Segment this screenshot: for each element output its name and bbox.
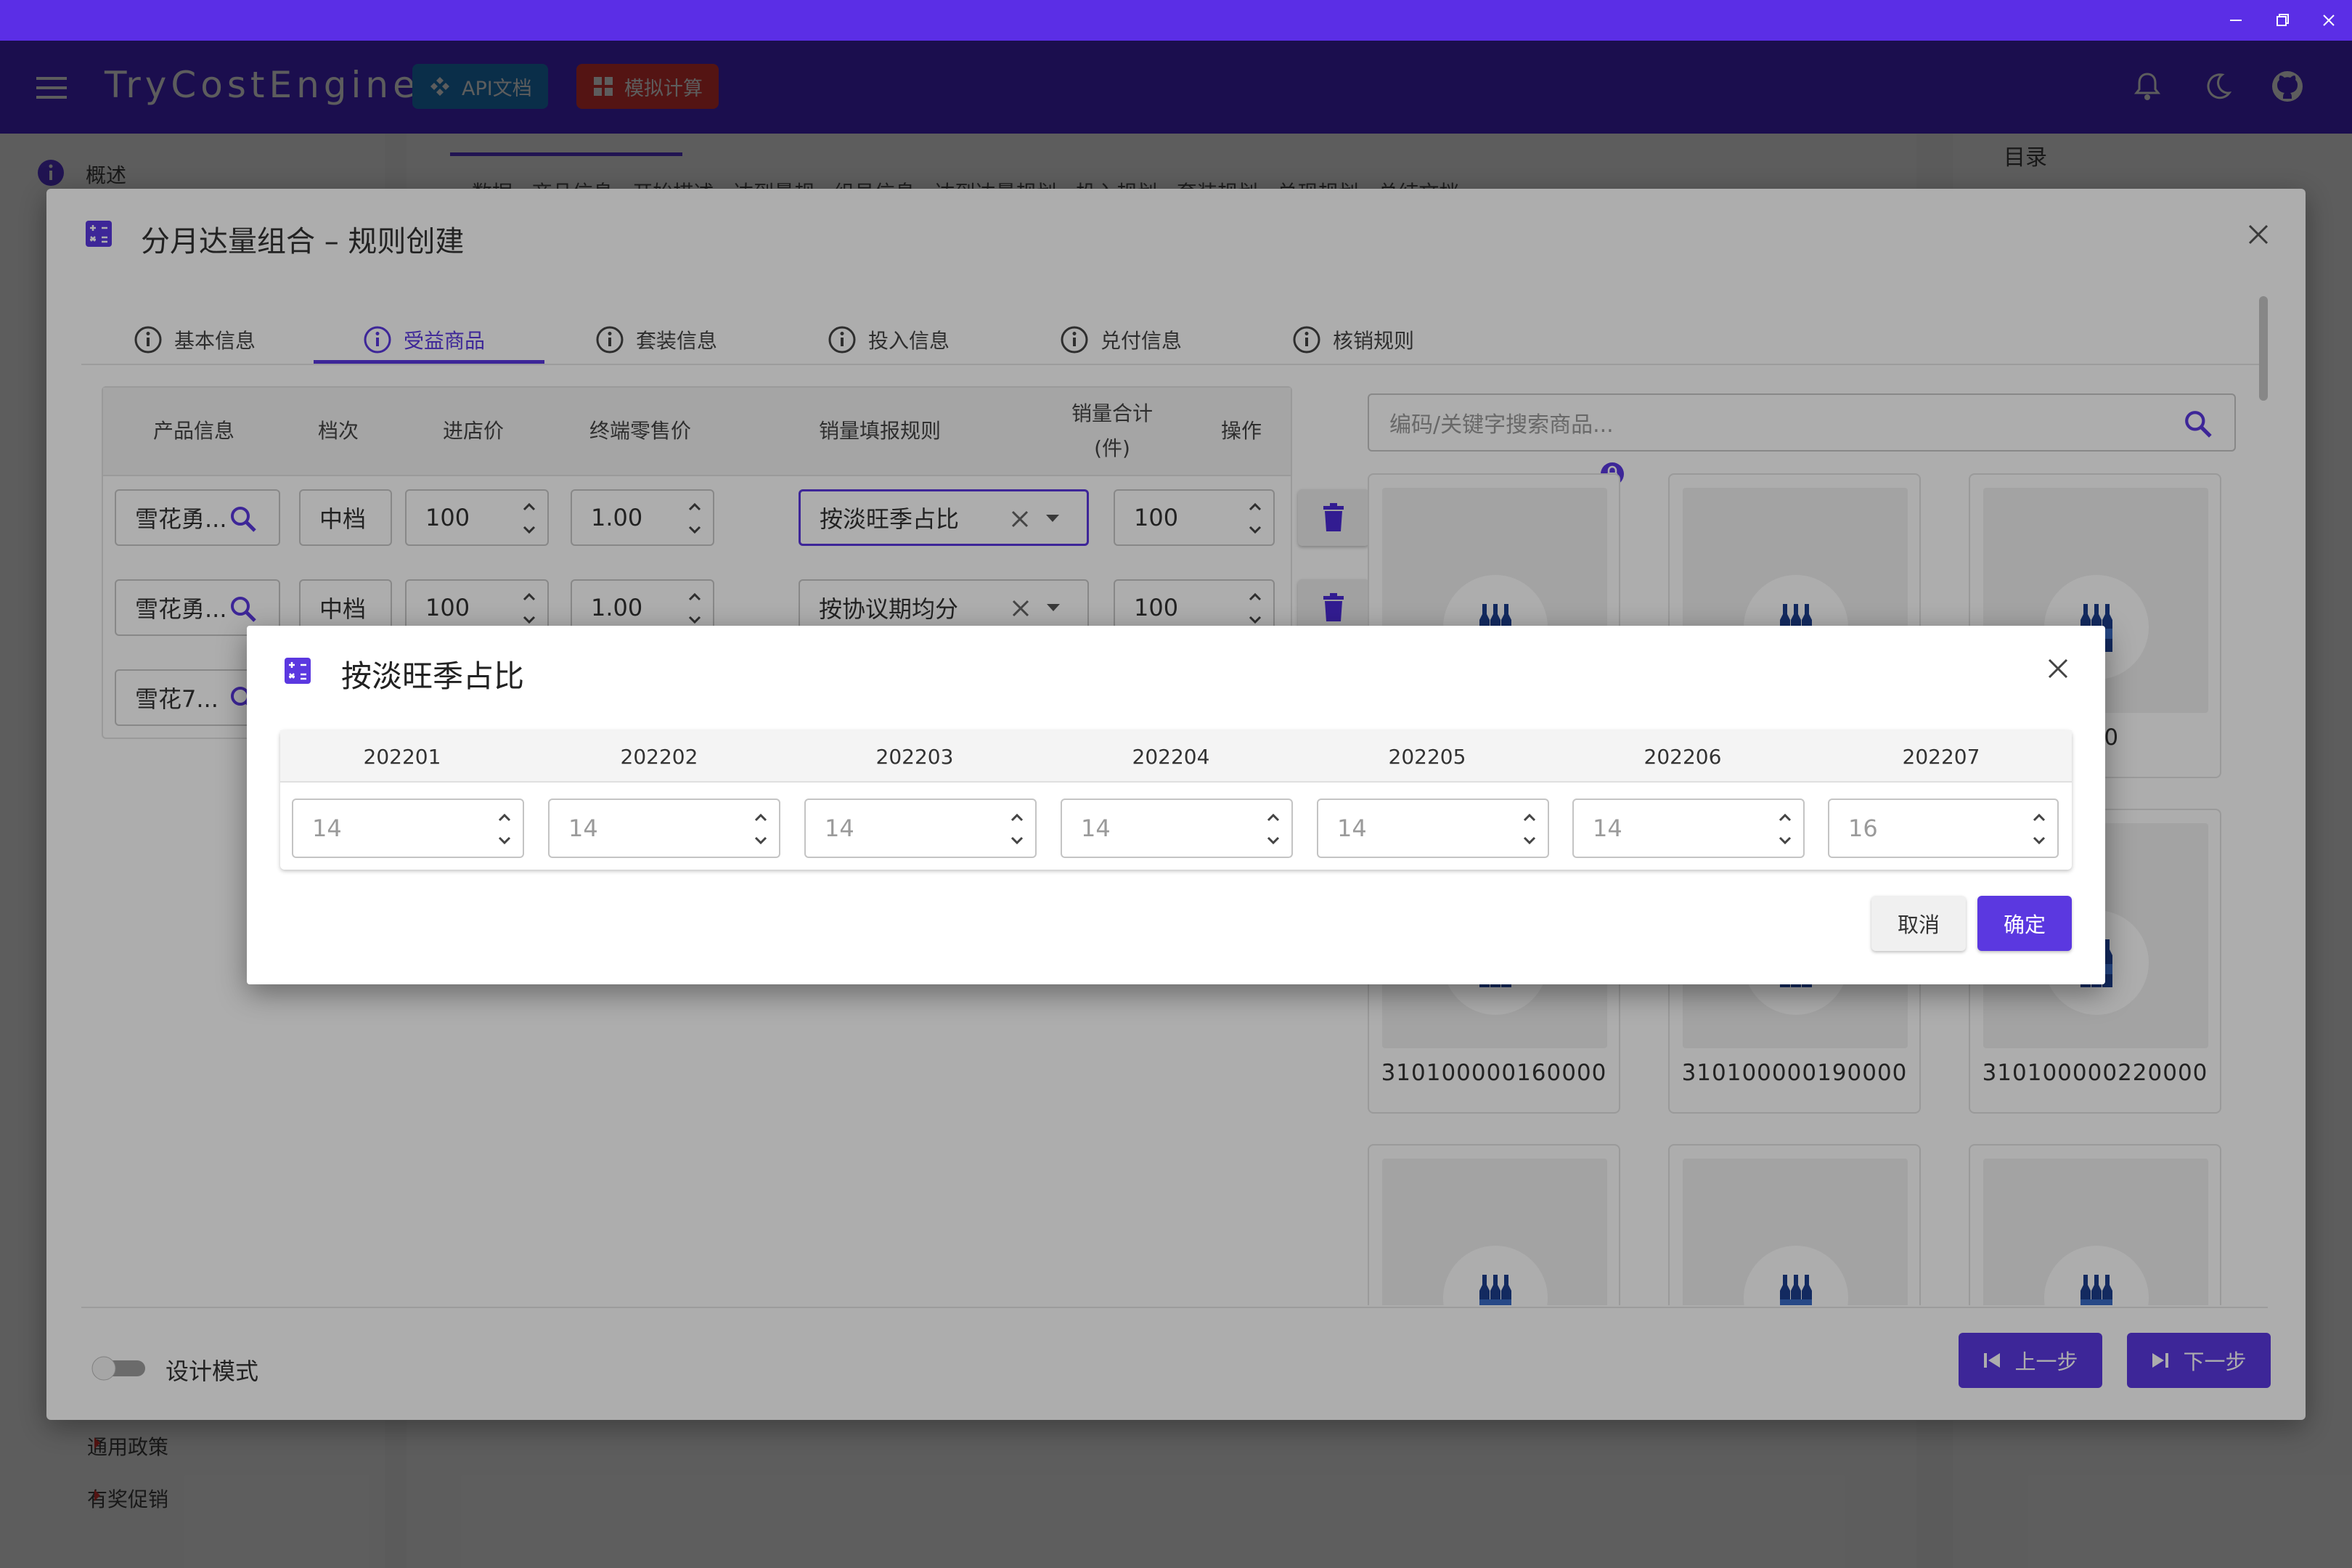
chevron-updown-icon[interactable] [1777,810,1793,848]
chevron-updown-icon[interactable] [753,810,769,848]
month-header: 202207 [1902,744,1980,769]
chevron-updown-icon[interactable] [1522,810,1538,848]
month-value-input[interactable]: 16 [1828,799,2059,858]
cancel-button[interactable]: 取消 [1871,896,1966,951]
month-value: 14 [1081,814,1111,842]
month-value-input[interactable]: 14 [1061,799,1293,858]
month-value-input[interactable]: 14 [804,799,1037,858]
minimize-icon[interactable] [2226,10,2246,30]
month-value: 14 [312,814,342,842]
month-value: 16 [1848,814,1878,842]
month-header: 202201 [363,744,441,769]
confirm-button[interactable]: 确定 [1977,896,2072,951]
month-header: 202205 [1388,744,1466,769]
monthly-ratio-table: 202201 202202 202203 202204 202205 20220… [280,730,2072,870]
calculator-icon [285,658,311,684]
restore-icon[interactable] [2272,10,2292,30]
month-header: 202206 [1643,744,1722,769]
window-close-icon[interactable] [2319,10,2339,30]
chevron-updown-icon[interactable] [2031,810,2047,848]
month-header: 202204 [1132,744,1210,769]
month-value-input[interactable]: 14 [548,799,780,858]
window-titlebar [0,0,2352,41]
table-header: 202201 202202 202203 202204 202205 20220… [280,730,2072,783]
month-value-input[interactable]: 14 [1572,799,1805,858]
month-header: 202203 [875,744,954,769]
chevron-updown-icon[interactable] [497,810,513,848]
month-value: 14 [1337,814,1367,842]
month-value: 14 [1593,814,1622,842]
month-value-input[interactable]: 14 [292,799,524,858]
month-header: 202202 [620,744,698,769]
sub-dialog-title: 按淡旺季占比 [341,658,525,694]
chevron-updown-icon[interactable] [1009,810,1025,848]
month-value: 14 [568,814,598,842]
month-value-input[interactable]: 14 [1317,799,1549,858]
close-icon[interactable] [2046,656,2070,681]
month-value: 14 [825,814,854,842]
seasonal-ratio-dialog: 按淡旺季占比 202201 202202 202203 202204 20220… [247,626,2105,984]
chevron-updown-icon[interactable] [1265,810,1281,848]
